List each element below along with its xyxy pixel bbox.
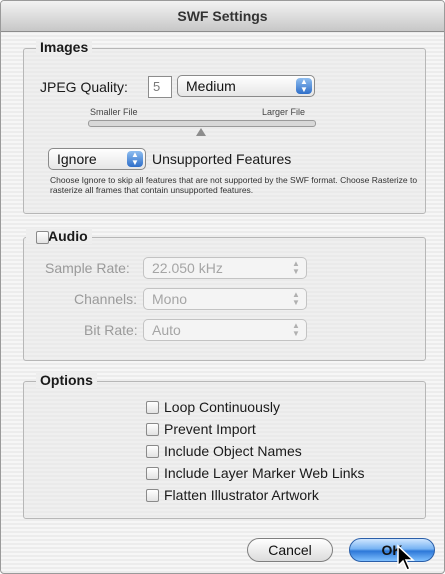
slider-max-label: Larger File: [262, 107, 306, 117]
quality-slider-thumb[interactable]: [196, 128, 206, 136]
channels-label: Channels:: [74, 291, 138, 307]
include-layer-marker-checkbox[interactable]: [146, 467, 159, 480]
include-object-names-checkbox[interactable]: [146, 445, 159, 458]
jpeg-quality-field[interactable]: 5: [148, 76, 172, 98]
audio-group: Audio Sample Rate: 22.050 kHz ▲ ▼ Channel…: [23, 228, 426, 361]
updown-arrows-icon: ▲ ▼: [292, 321, 300, 338]
bit-rate-label: Bit Rate:: [84, 322, 138, 338]
quality-preset-popup[interactable]: Medium ▲ ▼: [177, 75, 315, 97]
jpeg-quality-label: JPEG Quality:: [40, 79, 128, 95]
include-object-names-label[interactable]: Include Object Names: [164, 443, 302, 459]
images-legend: Images: [36, 39, 93, 55]
prevent-import-label[interactable]: Prevent Import: [164, 421, 256, 437]
sample-rate-value: 22.050 kHz: [152, 260, 223, 276]
updown-arrows-icon: ▲ ▼: [127, 151, 143, 167]
unsupported-features-label: Unsupported Features: [152, 151, 292, 167]
arrow-cursor-icon: [397, 544, 415, 571]
quality-preset-value: Medium: [186, 78, 236, 94]
unsupported-help-text: Choose Ignore to skip all features that …: [50, 175, 418, 195]
audio-legend-text: Audio: [48, 228, 88, 244]
flatten-artwork-label[interactable]: Flatten Illustrator Artwork: [164, 487, 319, 503]
slider-min-label: Smaller File: [90, 107, 138, 117]
swf-settings-dialog: SWF Settings Images JPEG Quality: 5 Medi…: [0, 0, 445, 574]
flatten-artwork-checkbox[interactable]: [146, 489, 159, 502]
audio-checkbox[interactable]: [36, 231, 49, 244]
quality-slider-track[interactable]: [88, 120, 316, 127]
loop-continuously-label[interactable]: Loop Continuously: [164, 399, 280, 415]
options-group: Options Loop Continuously Prevent Import…: [23, 372, 426, 519]
dialog-title: SWF Settings: [1, 1, 444, 32]
images-group: Images JPEG Quality: 5 Medium ▲ ▼ Smaller…: [23, 39, 426, 214]
bit-rate-value: Auto: [152, 322, 181, 338]
jpeg-quality-value: 5: [153, 79, 161, 94]
cancel-button[interactable]: Cancel: [247, 538, 333, 562]
updown-arrows-icon: ▲ ▼: [296, 78, 312, 94]
channels-popup[interactable]: Mono ▲ ▼: [143, 288, 307, 310]
include-layer-marker-label[interactable]: Include Layer Marker Web Links: [164, 465, 365, 481]
loop-continuously-checkbox[interactable]: [146, 401, 159, 414]
sample-rate-label: Sample Rate:: [45, 260, 130, 276]
channels-value: Mono: [152, 291, 188, 307]
prevent-import-checkbox[interactable]: [146, 423, 159, 436]
options-legend: Options: [36, 372, 97, 388]
sample-rate-popup[interactable]: 22.050 kHz ▲ ▼: [143, 257, 307, 279]
ok-button[interactable]: OK: [349, 538, 435, 562]
unsupported-mode-value: Ignore: [57, 151, 97, 167]
updown-arrows-icon: ▲ ▼: [292, 259, 300, 276]
updown-arrows-icon: ▲ ▼: [292, 290, 300, 307]
bit-rate-popup[interactable]: Auto ▲ ▼: [143, 319, 307, 341]
unsupported-mode-popup[interactable]: Ignore ▲ ▼: [48, 148, 146, 170]
